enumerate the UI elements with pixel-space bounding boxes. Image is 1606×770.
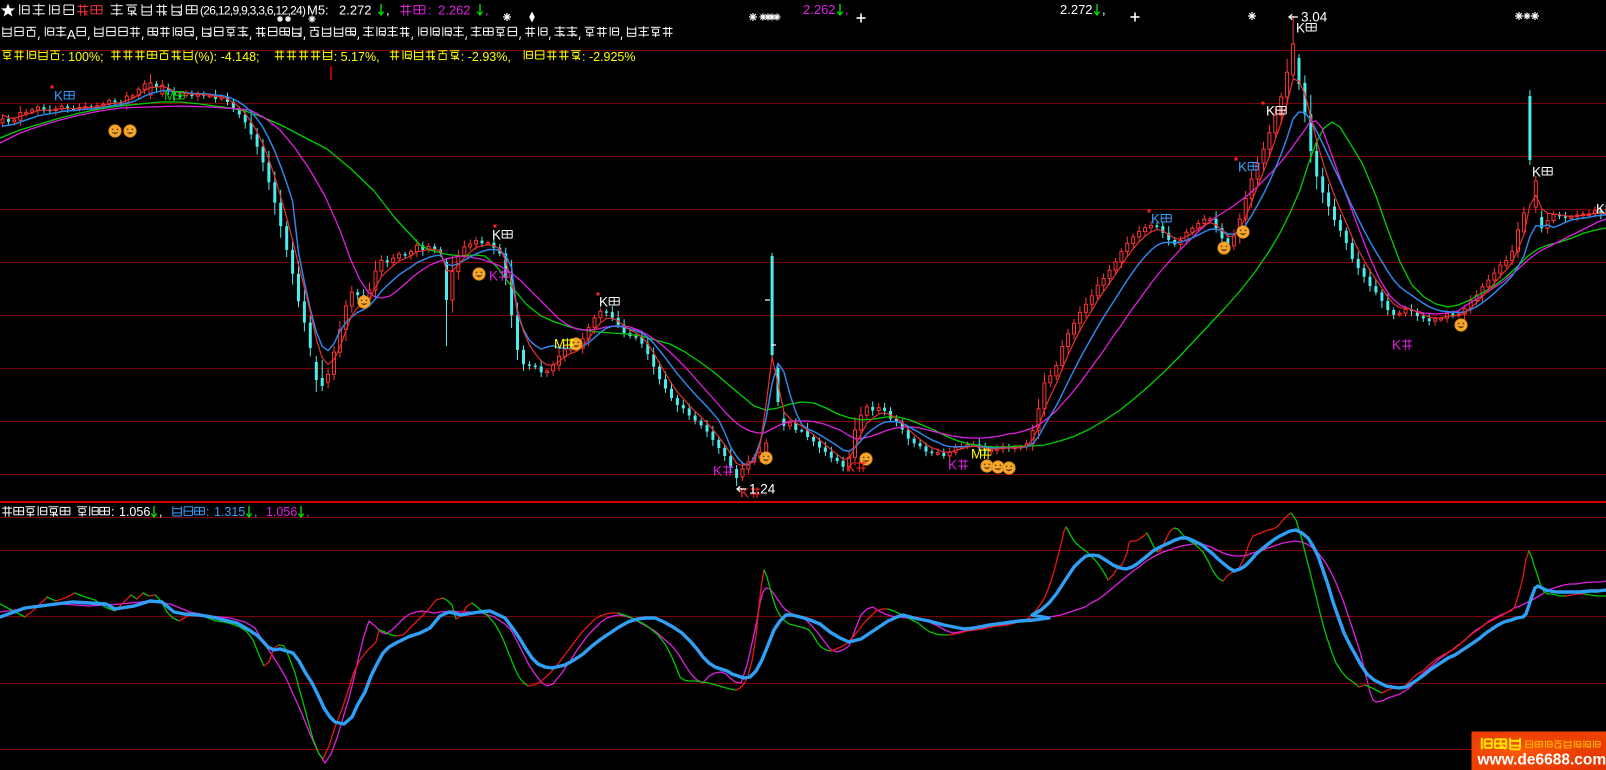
svg-text:,: , (254, 505, 257, 519)
svg-text:: -2.925%: : -2.925% (582, 50, 636, 64)
svg-text:A: A (67, 27, 76, 42)
svg-text:K: K (54, 89, 63, 104)
svg-text::: : (428, 3, 432, 18)
svg-text:K: K (713, 464, 722, 479)
svg-text:K: K (740, 486, 749, 501)
svg-text:K: K (1392, 338, 1401, 353)
svg-text:K: K (846, 460, 855, 475)
svg-text:: 100%;: : 100%; (61, 50, 103, 64)
svg-text:3.04: 3.04 (1301, 10, 1328, 25)
svg-text:,: , (1102, 2, 1106, 17)
svg-text:(%): -4.148;: (%): -4.148; (194, 50, 259, 64)
svg-text:K: K (1238, 160, 1247, 175)
svg-text:K: K (948, 458, 957, 473)
svg-text:,: , (845, 2, 849, 17)
svg-text:M: M (164, 89, 175, 104)
svg-text:,: , (485, 3, 489, 18)
svg-text:,: , (159, 505, 162, 519)
svg-text:M: M (554, 337, 565, 352)
svg-text:K: K (1266, 104, 1275, 119)
svg-text:K: K (492, 228, 501, 243)
svg-text:M: M (971, 447, 982, 462)
svg-text::: : (111, 505, 114, 519)
svg-text:2.262: 2.262 (803, 2, 836, 17)
svg-text:K: K (489, 269, 498, 284)
svg-text:1.056: 1.056 (266, 505, 297, 519)
svg-text:K: K (599, 295, 608, 310)
svg-text:(26,12,9,9,3,3,6,12,24): (26,12,9,9,3,3,6,12,24) (200, 4, 306, 18)
svg-text::: : (206, 505, 209, 519)
svg-text:1.315: 1.315 (214, 505, 245, 519)
svg-text:2.272: 2.272 (339, 3, 372, 18)
svg-text:K: K (1596, 202, 1605, 217)
svg-text:www.de6688.com: www.de6688.com (1477, 752, 1606, 769)
svg-text:: 5.17%,: : 5.17%, (334, 50, 380, 64)
svg-text:2.262: 2.262 (438, 3, 471, 18)
svg-text:K: K (1532, 165, 1541, 180)
svg-text:,: , (386, 3, 390, 18)
svg-text:K: K (1151, 212, 1160, 227)
svg-text:: -2.93%,: : -2.93%, (461, 50, 511, 64)
svg-text:2.272: 2.272 (1060, 2, 1093, 17)
svg-text:M5:: M5: (307, 3, 329, 18)
svg-text:1.056: 1.056 (119, 505, 150, 519)
svg-text:,: , (306, 505, 309, 519)
svg-text:1.24: 1.24 (749, 482, 776, 497)
